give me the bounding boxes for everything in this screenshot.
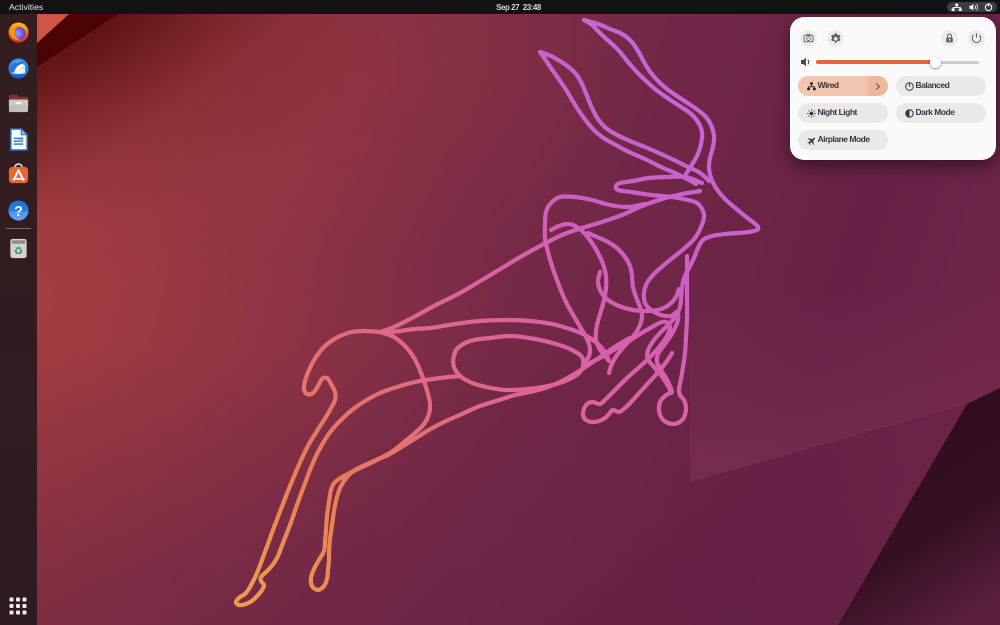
svg-text:?: ? <box>14 203 23 219</box>
svg-text:♻: ♻ <box>14 245 23 257</box>
